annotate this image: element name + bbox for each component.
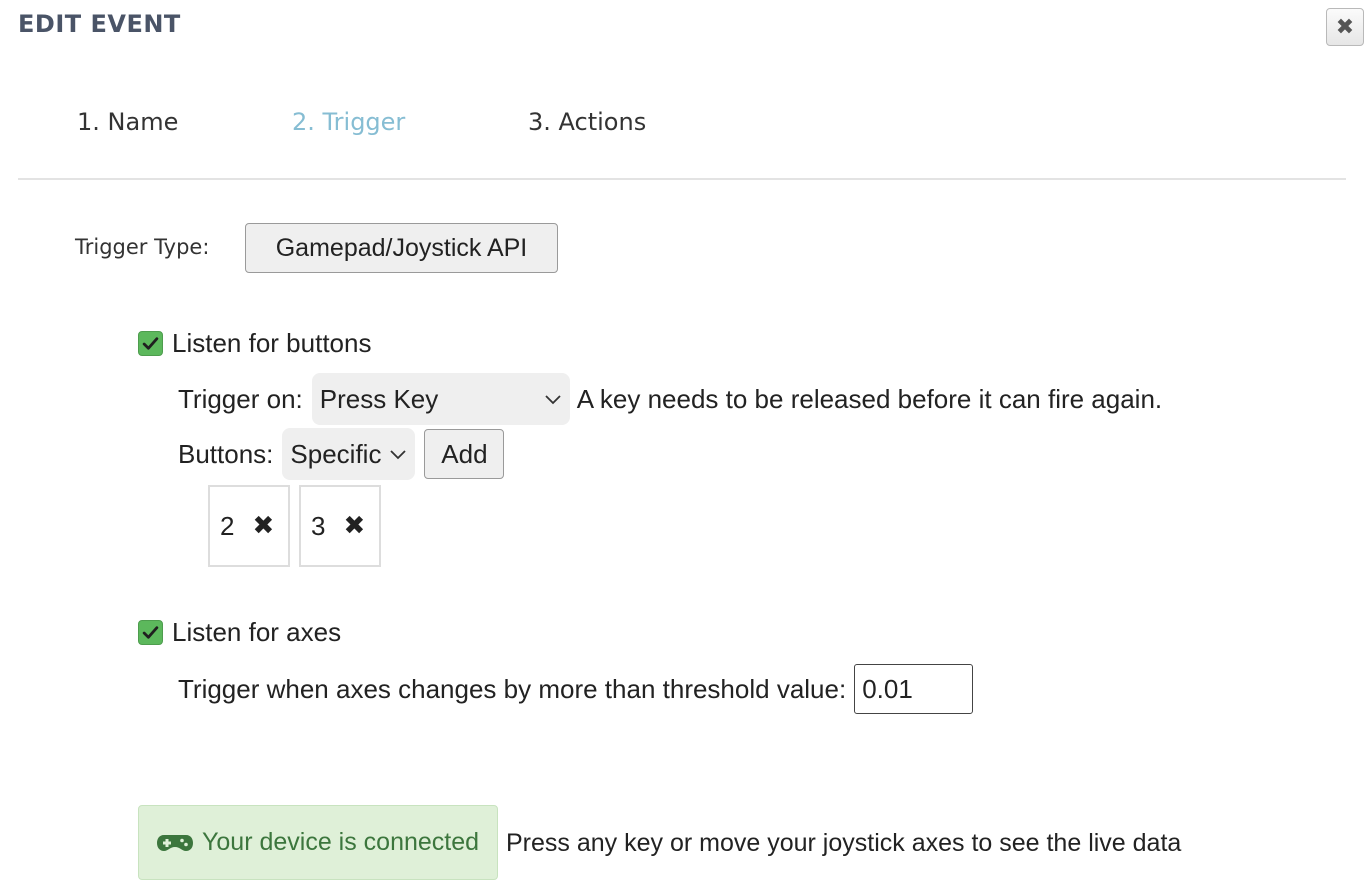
step-name[interactable]: 1. Name bbox=[77, 108, 178, 136]
live-data-hint: Press any key or move your joystick axes… bbox=[506, 829, 1182, 857]
threshold-label: Trigger when axes changes by more than t… bbox=[178, 673, 847, 704]
remove-icon[interactable]: ✖ bbox=[343, 511, 365, 541]
buttons-row: Buttons: Specific Add bbox=[178, 428, 505, 480]
remove-icon[interactable]: ✖ bbox=[252, 511, 274, 541]
chevron-down-icon bbox=[545, 395, 561, 405]
gamepad-icon bbox=[157, 834, 193, 851]
button-chip: 3 ✖ bbox=[299, 485, 381, 567]
trigger-on-hint: A key needs to be released before it can… bbox=[576, 383, 1163, 414]
trigger-type-button[interactable]: Gamepad/Joystick API bbox=[245, 223, 558, 273]
threshold-row: Trigger when axes changes by more than t… bbox=[178, 664, 974, 714]
listen-buttons-label: Listen for buttons bbox=[172, 328, 372, 358]
status-badge: Your device is connected bbox=[138, 805, 498, 880]
chevron-down-icon bbox=[390, 450, 407, 460]
buttons-mode-select[interactable]: Specific bbox=[282, 428, 416, 480]
trigger-on-row: Trigger on: Press Key A key needs to be … bbox=[178, 373, 1162, 425]
close-button[interactable]: ✖ bbox=[1326, 8, 1364, 46]
close-icon: ✖ bbox=[1335, 14, 1355, 40]
dialog-title: EDIT EVENT bbox=[18, 10, 181, 38]
divider bbox=[18, 178, 1346, 180]
trigger-on-select[interactable]: Press Key bbox=[311, 373, 570, 425]
button-chip-value: 2 bbox=[220, 510, 235, 541]
trigger-type-label: Trigger Type: bbox=[75, 235, 210, 259]
listen-buttons-row: Listen for buttons bbox=[138, 328, 371, 359]
wizard-steps: 1. Name 2. Trigger 3. Actions bbox=[0, 108, 1372, 148]
check-icon bbox=[142, 337, 159, 350]
status-text: Your device is connected bbox=[202, 828, 480, 856]
listen-buttons-checkbox[interactable] bbox=[138, 331, 163, 356]
trigger-on-label: Trigger on: bbox=[178, 383, 303, 414]
check-icon bbox=[142, 626, 159, 639]
step-actions[interactable]: 3. Actions bbox=[528, 108, 646, 136]
button-chip-value: 3 bbox=[311, 510, 326, 541]
threshold-input[interactable] bbox=[854, 664, 974, 714]
add-button[interactable]: Add bbox=[424, 429, 505, 479]
trigger-on-value: Press Key bbox=[319, 383, 439, 414]
listen-axes-row: Listen for axes bbox=[138, 617, 341, 648]
buttons-label: Buttons: bbox=[178, 438, 274, 469]
buttons-mode-value: Specific bbox=[290, 438, 382, 469]
listen-axes-label: Listen for axes bbox=[172, 617, 342, 647]
listen-axes-checkbox[interactable] bbox=[138, 620, 163, 645]
button-chip: 2 ✖ bbox=[208, 485, 290, 567]
step-trigger[interactable]: 2. Trigger bbox=[292, 108, 405, 136]
